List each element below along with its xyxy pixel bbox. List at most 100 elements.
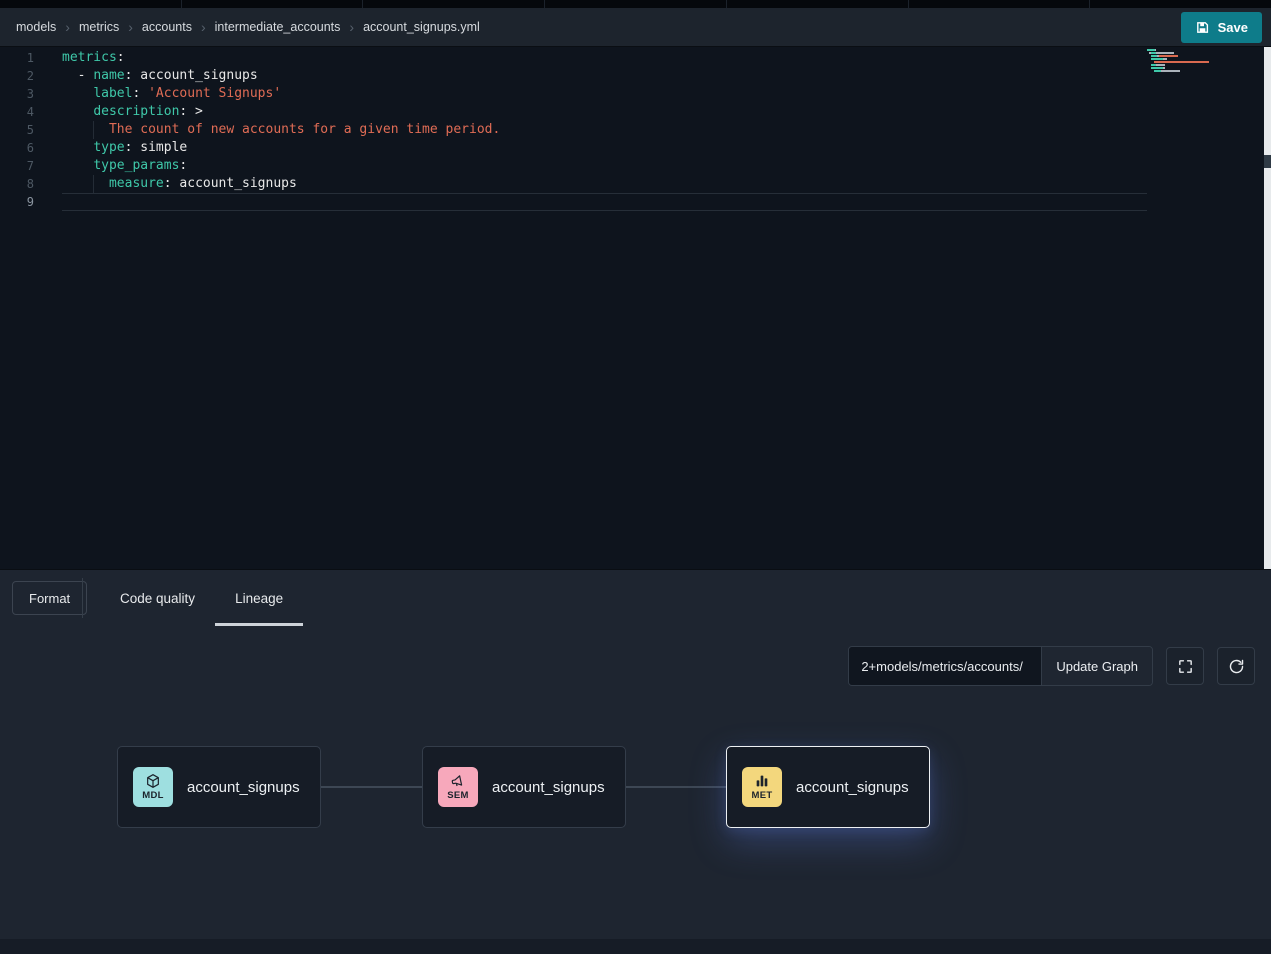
save-icon bbox=[1195, 20, 1210, 35]
breadcrumb-item[interactable]: metrics bbox=[79, 20, 119, 34]
cube-icon bbox=[145, 773, 161, 789]
bar-chart-icon bbox=[754, 773, 770, 789]
code-token: - bbox=[62, 68, 93, 83]
save-button[interactable]: Save bbox=[1181, 12, 1262, 43]
line-number[interactable]: 3 bbox=[0, 85, 48, 103]
minimap-segment bbox=[1151, 58, 1163, 60]
lineage-edge bbox=[625, 786, 726, 788]
megaphone-icon bbox=[450, 773, 466, 789]
editor-tab[interactable] bbox=[363, 0, 544, 8]
breadcrumb-separator-icon: › bbox=[349, 20, 354, 34]
code-line[interactable]: - name: account_signups bbox=[62, 67, 1191, 85]
code-token: : bbox=[117, 50, 125, 65]
code-token: : bbox=[132, 86, 148, 101]
editor-tab[interactable] bbox=[727, 0, 908, 8]
code-line[interactable]: type: simple bbox=[62, 139, 1191, 157]
breadcrumb-separator-icon: › bbox=[201, 20, 206, 34]
code-token: label bbox=[93, 86, 132, 101]
code-line[interactable]: metrics: bbox=[62, 49, 1191, 67]
minimap-segment bbox=[1161, 70, 1180, 72]
code-token bbox=[62, 140, 93, 155]
minimap-segment bbox=[1159, 55, 1178, 57]
minimap-segment bbox=[1154, 70, 1162, 72]
indent-guide bbox=[93, 121, 94, 139]
code-editor[interactable]: 123456789 metrics: - name: account_signu… bbox=[0, 47, 1271, 569]
code-token: : simple bbox=[125, 140, 188, 155]
editor-scrollbar[interactable] bbox=[1264, 47, 1271, 569]
minimap-row bbox=[1147, 67, 1209, 69]
code-line[interactable]: type_params: bbox=[62, 157, 1191, 175]
minimap-segment bbox=[1151, 67, 1163, 69]
breadcrumb-item[interactable]: intermediate_accounts bbox=[215, 20, 341, 34]
minimap-segment bbox=[1154, 61, 1209, 63]
minimap-segment bbox=[1156, 64, 1165, 66]
code-token bbox=[62, 122, 109, 137]
breadcrumb-item[interactable]: accounts bbox=[142, 20, 192, 34]
code-line[interactable]: description: > bbox=[62, 103, 1191, 121]
lineage-node-mdl[interactable]: MDL account_signups bbox=[117, 746, 321, 828]
line-number[interactable]: 7 bbox=[0, 157, 48, 175]
code-token: : account_signups bbox=[164, 176, 297, 191]
line-number[interactable]: 2 bbox=[0, 67, 48, 85]
editor-code[interactable]: metrics: - name: account_signups label: … bbox=[62, 49, 1191, 211]
minimap[interactable] bbox=[1147, 49, 1209, 76]
breadcrumb-bar: models › metrics › accounts › intermediate_acc… bbox=[0, 8, 1271, 47]
node-label: account_signups bbox=[796, 779, 909, 796]
code-line[interactable]: The count of new accounts for a given ti… bbox=[62, 121, 1191, 139]
indent-guide bbox=[93, 175, 94, 193]
code-token bbox=[62, 104, 93, 119]
code-token: name bbox=[93, 68, 124, 83]
line-number[interactable]: 6 bbox=[0, 139, 48, 157]
code-token: description bbox=[93, 104, 179, 119]
line-number[interactable]: 5 bbox=[0, 121, 48, 139]
lineage-graph: MDL account_signups SEMaccount_signups MET a… bbox=[0, 570, 1271, 954]
minimap-row bbox=[1147, 58, 1209, 60]
minimap-segment bbox=[1163, 67, 1164, 69]
code-token: The count of new accounts for a given ti… bbox=[109, 122, 500, 137]
minimap-row bbox=[1147, 70, 1209, 72]
node-badge: SEM bbox=[438, 767, 478, 807]
editor-tab[interactable] bbox=[0, 0, 181, 8]
editor-tab[interactable] bbox=[545, 0, 726, 8]
node-label: account_signups bbox=[187, 779, 300, 796]
code-line[interactable]: label: 'Account Signups' bbox=[62, 85, 1191, 103]
breadcrumb-item[interactable]: models bbox=[16, 20, 56, 34]
minimap-row bbox=[1147, 52, 1209, 54]
code-token: measure bbox=[109, 176, 164, 191]
line-number[interactable]: 1 bbox=[0, 49, 48, 67]
editor-gutter[interactable]: 123456789 bbox=[0, 49, 48, 211]
minimap-row bbox=[1147, 73, 1209, 75]
code-line[interactable]: measure: account_signups bbox=[62, 175, 1191, 193]
editor-tab[interactable] bbox=[909, 0, 1090, 8]
minimap-segment bbox=[1163, 58, 1166, 60]
lineage-node-sem[interactable]: SEMaccount_signups bbox=[422, 746, 626, 828]
node-badge: MET bbox=[742, 767, 782, 807]
lineage-node-met[interactable]: MET account_signups bbox=[726, 746, 930, 828]
ide-window: models › metrics › accounts › intermediate_acc… bbox=[0, 0, 1271, 954]
breadcrumb-separator-icon: › bbox=[128, 20, 133, 34]
node-badge: MDL bbox=[133, 767, 173, 807]
line-number[interactable]: 9 bbox=[0, 193, 48, 211]
editor-tab[interactable] bbox=[1090, 0, 1271, 8]
scrollbar-thumb[interactable] bbox=[1264, 155, 1271, 168]
save-button-label: Save bbox=[1218, 20, 1248, 35]
code-token: type bbox=[93, 140, 124, 155]
code-token bbox=[62, 158, 93, 173]
minimap-space bbox=[1147, 61, 1154, 63]
lineage-edge bbox=[320, 786, 422, 788]
minimap-row bbox=[1147, 61, 1209, 63]
code-token: : bbox=[179, 158, 187, 173]
code-line[interactable] bbox=[62, 193, 1147, 211]
editor-tab[interactable] bbox=[182, 0, 363, 8]
line-number[interactable]: 8 bbox=[0, 175, 48, 193]
bottom-panel: Format Code qualityLineage Update Graph bbox=[0, 569, 1271, 954]
node-badge-label: SEM bbox=[447, 790, 469, 801]
minimap-segment bbox=[1156, 52, 1175, 54]
code-token: : account_signups bbox=[125, 68, 258, 83]
line-number[interactable]: 4 bbox=[0, 103, 48, 121]
node-badge-label: MDL bbox=[142, 790, 163, 801]
editor-tab-strip bbox=[0, 0, 1271, 8]
breadcrumb-item[interactable]: account_signups.yml bbox=[363, 20, 480, 34]
minimap-segment bbox=[1155, 49, 1156, 51]
minimap-row bbox=[1147, 55, 1209, 57]
